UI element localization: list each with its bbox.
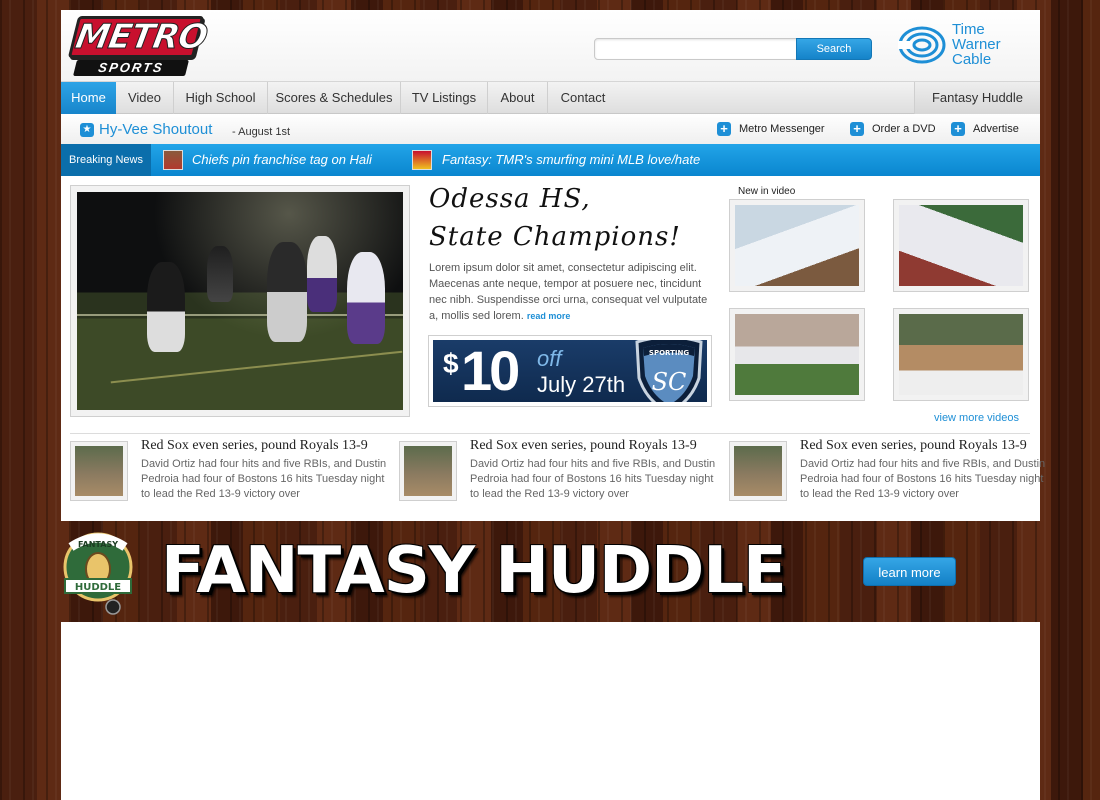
section-divider — [70, 433, 1030, 434]
breaking-thumb — [163, 150, 183, 170]
nav-scores-schedules[interactable]: Scores & Schedules — [268, 82, 401, 114]
plus-icon: + — [850, 122, 864, 136]
content-area-blank — [61, 622, 1040, 800]
ad-off: off — [537, 346, 562, 371]
time-warner-cable-logo[interactable]: Time Warner Cable — [898, 20, 1018, 70]
nav-video[interactable]: Video — [116, 82, 174, 114]
site-header: METRO SPORTS Search Time Warner Cable — [61, 10, 1040, 81]
breaking-news-bar: Breaking News Chiefs pin franchise tag o… — [61, 144, 1040, 176]
crest-text: SPORTING — [649, 349, 689, 357]
crest-initials: SC — [652, 368, 687, 396]
twc-eye-icon — [898, 26, 946, 64]
twc-line-1: Time — [952, 21, 985, 38]
nav-fantasy-huddle[interactable]: Fantasy Huddle — [914, 82, 1040, 114]
breaking-news-label: Breaking News — [61, 144, 151, 176]
story-thumb — [70, 441, 128, 501]
link-advertise[interactable]: Advertise — [973, 123, 1019, 135]
breaking-item-2[interactable]: Fantasy: TMR's smurfing mini MLB love/ha… — [442, 152, 700, 167]
plus-icon: + — [951, 122, 965, 136]
metro-sports-logo[interactable]: METRO SPORTS — [67, 16, 211, 76]
video-thumbnail[interactable] — [893, 308, 1029, 401]
sub-bar: ★ Hy-Vee Shoutout - August 1st + Metro M… — [61, 114, 1040, 144]
fantasy-huddle-title: FANTASY HUDDLE — [161, 534, 787, 608]
story-title[interactable]: Red Sox even series, pound Royals 13-9 — [470, 438, 697, 454]
nav-home[interactable]: Home — [61, 82, 116, 114]
breaking-thumb — [412, 150, 432, 170]
story-body: David Ortiz had four hits and five RBIs,… — [141, 458, 387, 500]
nav-high-school[interactable]: High School — [174, 82, 268, 114]
video-thumb-image — [899, 314, 1023, 395]
story-thumb — [729, 441, 787, 501]
sporting-kc-crest-icon: SPORTING SC — [635, 340, 703, 402]
sporting-kc-ad[interactable]: $ 10 off July 27th SPORTING SC — [428, 335, 712, 407]
ad-amount: 10 — [461, 340, 520, 402]
story-item[interactable]: Red Sox even series, pound Royals 13-9 D… — [70, 438, 392, 508]
nav-tv-listings[interactable]: TV Listings — [401, 82, 488, 114]
feature-body: Lorem ipsum dolor sit amet, consectetur … — [429, 260, 711, 324]
main-content: Odessa HS, State Champions! Lorem ipsum … — [61, 176, 1045, 521]
story-item[interactable]: Red Sox even series, pound Royals 13-9 D… — [399, 438, 721, 508]
page-container: METRO SPORTS Search Time Warner Cable Ho… — [61, 10, 1045, 521]
fantasy-huddle-logo[interactable]: FANTASY HUDDLE — [61, 527, 135, 619]
twc-line-3: Cable — [952, 51, 992, 68]
fh-logo-bottom-text: HUDDLE — [75, 582, 121, 593]
ad-date: July 27th — [537, 372, 626, 397]
ad-dollar: $ — [443, 348, 459, 379]
promo-title-link[interactable]: Hy-Vee Shoutout — [99, 121, 212, 138]
breaking-item-1[interactable]: Chiefs pin franchise tag on Hali — [192, 152, 372, 167]
story-thumb — [399, 441, 457, 501]
video-thumbnail[interactable] — [729, 308, 865, 401]
link-metro-messenger[interactable]: Metro Messenger — [739, 123, 825, 135]
video-thumbnail[interactable] — [729, 199, 865, 292]
story-body: David Ortiz had four hits and five RBIs,… — [470, 458, 716, 500]
plus-icon: + — [717, 122, 731, 136]
nav-contact[interactable]: Contact — [548, 82, 618, 114]
video-thumbnail[interactable] — [893, 199, 1029, 292]
new-in-video-label: New in video — [738, 186, 796, 197]
video-thumb-image — [899, 205, 1023, 286]
video-thumb-image — [735, 205, 859, 286]
search-button[interactable]: Search — [796, 38, 872, 60]
logo-metro-text: METRO — [72, 17, 211, 58]
fh-logo-top-text: FANTASY — [78, 540, 118, 549]
promo-date: - August 1st — [232, 126, 291, 138]
star-icon: ★ — [80, 123, 94, 137]
headline-line-2: State Champions! — [429, 222, 681, 252]
story-title[interactable]: Red Sox even series, pound Royals 13-9 — [141, 438, 368, 454]
read-more-link[interactable]: read more — [527, 311, 571, 321]
hero-image-frame[interactable] — [70, 185, 410, 417]
search-input[interactable] — [594, 38, 798, 60]
main-nav: Home Video High School Scores & Schedule… — [61, 81, 1040, 114]
story-title[interactable]: Red Sox even series, pound Royals 13-9 — [800, 438, 1027, 454]
nav-about[interactable]: About — [488, 82, 548, 114]
view-more-videos-link[interactable]: view more videos — [934, 412, 1019, 424]
link-order-dvd[interactable]: Order a DVD — [872, 123, 936, 135]
logo-sports-text: SPORTS — [97, 60, 166, 75]
hero-football-photo — [77, 192, 403, 410]
learn-more-button[interactable]: learn more — [863, 557, 956, 586]
story-body: David Ortiz had four hits and five RBIs,… — [800, 458, 1046, 500]
feature-headline[interactable]: Odessa HS, State Champions! — [429, 180, 719, 256]
video-thumb-image — [735, 314, 859, 395]
headline-line-1: Odessa HS, — [429, 184, 591, 214]
fantasy-huddle-banner: FANTASY HUDDLE FANTASY HUDDLE learn more — [61, 521, 1040, 622]
story-item[interactable]: Red Sox even series, pound Royals 13-9 D… — [729, 438, 1051, 508]
twc-line-2: Warner — [952, 36, 1001, 53]
